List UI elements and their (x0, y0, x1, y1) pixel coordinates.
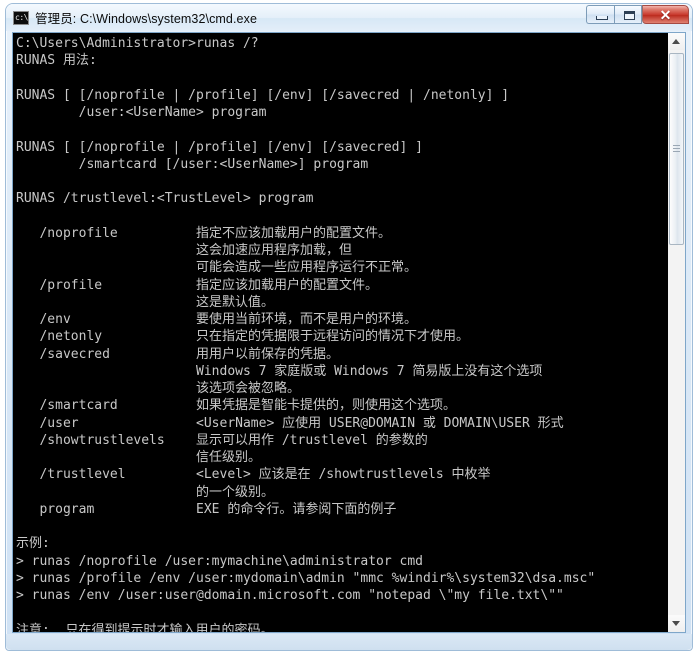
maximize-button[interactable] (614, 5, 642, 24)
console-frame: C:\Users\Administrator>runas /? RUNAS 用法… (12, 32, 686, 633)
scrollbar-track[interactable] (668, 50, 685, 615)
maximize-icon (624, 11, 635, 20)
minimize-button[interactable] (586, 5, 614, 24)
minimize-icon (596, 16, 608, 20)
window-title: 管理员: C:\Windows\system32\cmd.exe (35, 12, 258, 26)
console-scrollbar[interactable] (667, 33, 685, 632)
title-bar[interactable]: 管理员: C:\Windows\system32\cmd.exe ✕ (6, 4, 692, 31)
close-button[interactable]: ✕ (642, 5, 689, 24)
close-icon: ✕ (659, 7, 672, 23)
cmd-icon (13, 10, 29, 25)
cmd-window: 管理员: C:\Windows\system32\cmd.exe ✕ C:\Us… (5, 3, 693, 651)
window-controls: ✕ (586, 5, 689, 24)
console-output-area[interactable]: C:\Users\Administrator>runas /? RUNAS 用法… (13, 33, 667, 632)
console-text: C:\Users\Administrator>runas /? RUNAS 用法… (16, 36, 596, 632)
scrollbar-thumb[interactable] (669, 53, 684, 245)
scroll-down-arrow-icon[interactable] (668, 615, 685, 632)
window-bottom-edge (6, 634, 692, 650)
scroll-up-arrow-icon[interactable] (668, 33, 685, 50)
